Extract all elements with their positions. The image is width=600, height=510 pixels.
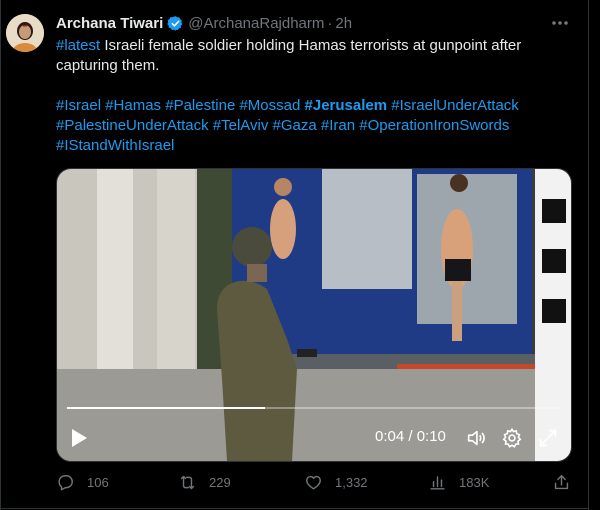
hashtag-link[interactable]: #TelAviv: [213, 117, 269, 134]
header-separator: ·: [327, 14, 333, 32]
tweet-text: #latest Israeli female soldier holding H…: [56, 36, 576, 156]
author-handle[interactable]: @ArchanaRajdharm: [188, 15, 324, 32]
like-icon: [306, 475, 321, 490]
hashtag-link[interactable]: #latest: [56, 37, 100, 54]
hashtag-link[interactable]: #Israel: [56, 97, 101, 114]
reply-count: 106: [87, 474, 109, 490]
hashtag-line: #Israel #Hamas #Palestine #Mossad #Jerus…: [56, 96, 576, 116]
tweet-body-text: Israeli female soldier holding Hamas ter…: [56, 37, 522, 74]
video-player[interactable]: 0:04 / 0:10: [56, 168, 572, 462]
bottom-divider: [0, 508, 589, 509]
left-border: [0, 0, 1, 510]
play-icon[interactable]: [69, 427, 89, 449]
volume-icon[interactable]: [465, 427, 487, 449]
hashtag-line: #PalestineUnderAttack #TelAviv #Gaza #Ir…: [56, 116, 576, 136]
hashtag-link[interactable]: #Gaza: [273, 117, 317, 134]
video-progress-fill: [67, 407, 265, 409]
author-name[interactable]: Archana Tiwari: [56, 15, 163, 32]
more-options-icon[interactable]: [550, 14, 570, 32]
right-border: [588, 0, 589, 510]
settings-gear-icon[interactable]: [501, 427, 523, 449]
repost-icon: [180, 475, 195, 489]
fullscreen-icon[interactable]: [537, 427, 559, 449]
reply-icon: [58, 474, 73, 490]
tweet-timestamp[interactable]: 2h: [335, 15, 352, 32]
repost-count: 229: [209, 474, 231, 490]
avatar[interactable]: [6, 14, 44, 52]
video-frame: [57, 169, 571, 461]
hashtag-link[interactable]: #Palestine: [165, 97, 235, 114]
tweet-header: Archana Tiwari @ArchanaRajdharm · 2h: [56, 13, 352, 33]
hashtag-link[interactable]: #Mossad: [239, 97, 300, 114]
hashtag-line: #IStandWithIsrael: [56, 136, 576, 156]
video-progress-bar[interactable]: [67, 407, 561, 409]
hashtag-link[interactable]: #OperationIronSwords: [359, 117, 509, 134]
like-button[interactable]: 1,332: [304, 470, 368, 494]
hashtag-link[interactable]: #Iran: [321, 117, 355, 134]
hashtag-link[interactable]: #Hamas: [105, 97, 161, 114]
views-button[interactable]: 183K: [428, 470, 489, 494]
video-time-readout: 0:04 / 0:10: [375, 428, 446, 445]
views-icon: [430, 475, 445, 490]
share-icon: [554, 474, 569, 489]
hashtag-link[interactable]: #IsraelUnderAttack: [391, 97, 519, 114]
reply-button[interactable]: 106: [56, 470, 109, 494]
hashtag-link[interactable]: #PalestineUnderAttack: [56, 117, 209, 134]
tweet-body: #latest Israeli female soldier holding H…: [56, 36, 576, 76]
like-count: 1,332: [335, 474, 368, 490]
views-count: 183K: [459, 474, 490, 490]
hashtag-link[interactable]: #IStandWithIsrael: [56, 137, 174, 154]
share-button[interactable]: [552, 470, 583, 494]
tweet-actions: 106 229 1,332 183K: [56, 470, 576, 494]
repost-button[interactable]: 229: [178, 470, 231, 494]
hashtag-link[interactable]: #Jerusalem: [305, 97, 388, 114]
verified-badge-icon[interactable]: [167, 15, 184, 32]
